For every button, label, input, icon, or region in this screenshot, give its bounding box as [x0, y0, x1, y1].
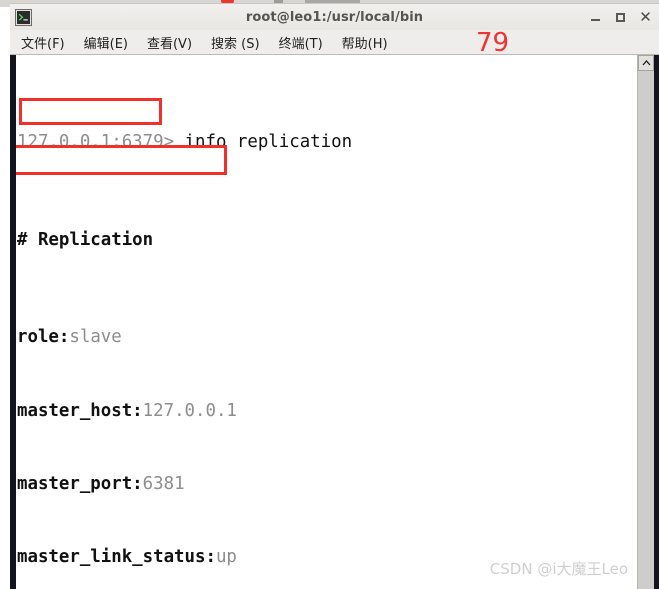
menu-item-search[interactable]: 搜索 (S) — [211, 33, 260, 52]
terminal-icon — [15, 8, 32, 26]
window-controls: ✕ — [589, 9, 652, 24]
close-button[interactable]: ✕ — [639, 9, 652, 24]
menu-item-edit[interactable]: 编辑(E) — [84, 33, 128, 52]
terminal-line-section-header: # Replication — [17, 229, 154, 250]
minimize-button[interactable] — [589, 11, 602, 24]
title-bar[interactable]: root@leo1:/usr/local/bin ✕ — [10, 3, 659, 30]
menu-bar: 文件(F) 编辑(E) 查看(V) 搜索 (S) 终端(T) 帮助(H) 79 — [10, 28, 659, 58]
menu-item-file[interactable]: 文件(F) — [21, 33, 65, 52]
terminal-body[interactable]: 127.0.0.1:6379> info replication # Repli… — [10, 54, 659, 589]
window-title: root@leo1:/usr/local/bin — [245, 9, 424, 25]
terminal-line-role: role:slave — [17, 327, 122, 348]
menu-item-help[interactable]: 帮助(H) — [342, 33, 388, 52]
vertical-scrollbar[interactable] — [637, 55, 654, 589]
menu-item-terminal[interactable]: 终端(T) — [279, 33, 323, 52]
prompt-text: 127.0.0.1:6379> — [17, 132, 175, 153]
terminal-line-master-link-status: master_link_status:up — [17, 547, 237, 568]
menu-item-view[interactable]: 查看(V) — [147, 33, 192, 52]
highlight-box-role-slave — [19, 98, 162, 125]
terminal-right-edge — [654, 55, 659, 589]
terminal-window: root@leo1:/usr/local/bin ✕ 文件(F) 编辑(E) 查… — [10, 3, 659, 589]
scrollbar-track[interactable] — [638, 71, 654, 589]
terminal-output[interactable]: 127.0.0.1:6379> info replication # Repli… — [16, 55, 637, 589]
terminal-line-master-host: master_host:127.0.0.1 — [17, 400, 237, 421]
maximize-button[interactable] — [614, 11, 627, 24]
command-text: info replication — [174, 132, 353, 153]
terminal-line-command: 127.0.0.1:6379> info replication — [17, 130, 637, 154]
terminal-line-master-port: master_port:6381 — [17, 473, 185, 494]
chevron-up-icon[interactable] — [638, 55, 654, 71]
